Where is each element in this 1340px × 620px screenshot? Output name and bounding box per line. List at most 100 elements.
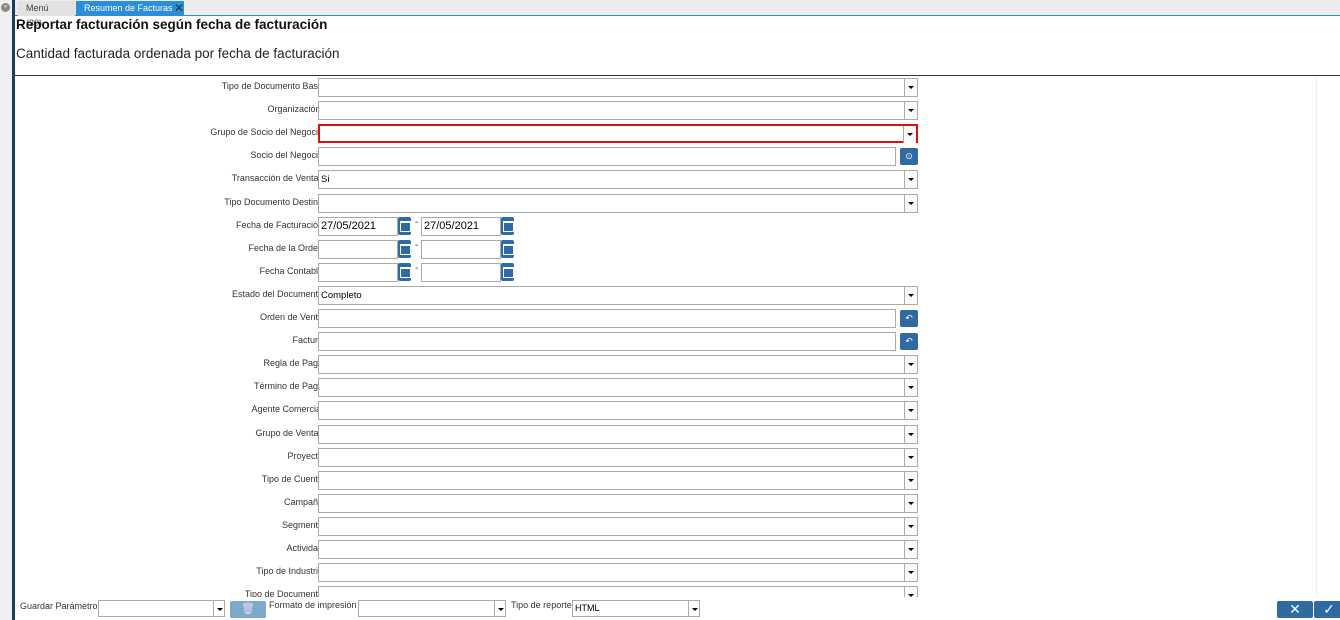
field-label: Tipo de Documento Base	[221, 81, 323, 91]
chevron-down-icon[interactable]	[494, 601, 505, 616]
field-row-fecha-de-facturacion: Fecha de Facturación 27/05/2021-27/05/202…	[15, 216, 1015, 236]
chevron-down-icon[interactable]	[904, 194, 917, 212]
parameter-form: Tipo de Documento Base Organización. Grupo…	[15, 77, 1317, 597]
close-icon: ✕	[1289, 601, 1301, 617]
calendar-icon[interactable]	[398, 216, 411, 235]
chevron-down-icon[interactable]	[904, 286, 917, 304]
chevron-down-icon[interactable]	[904, 356, 917, 374]
field-row-agente-comercial: Agente Comercial	[15, 401, 1015, 421]
fecha-de-la-orden-from-input[interactable]	[318, 239, 398, 259]
lookup-icon: ↶	[905, 336, 913, 347]
transaccion-de-ventas-select[interactable]: Si	[318, 170, 918, 190]
chevron-down-icon[interactable]	[903, 126, 916, 144]
proyecto-select[interactable]	[318, 447, 918, 467]
calendar-icon[interactable]	[501, 239, 514, 258]
expand-icon[interactable]: »	[1, 3, 10, 12]
chevron-down-icon[interactable]	[904, 379, 917, 397]
orden-de-venta-input[interactable]	[318, 309, 896, 328]
chevron-down-icon[interactable]	[688, 601, 699, 616]
print-format-select[interactable]	[358, 600, 506, 617]
chevron-down-icon[interactable]	[904, 494, 917, 512]
ok-button[interactable]: ✓	[1314, 601, 1340, 618]
report-type-select[interactable]: HTML	[572, 600, 700, 617]
tab-menu[interactable]: Menú (30)	[18, 1, 75, 28]
tipo-de-documento-base-select[interactable]	[318, 78, 918, 97]
chevron-down-icon[interactable]	[904, 564, 917, 582]
tab-resumen-facturas[interactable]: Resumen de Facturas	[76, 1, 184, 16]
chevron-down-icon[interactable]	[904, 402, 917, 420]
field-row-segmento: Segmento	[15, 516, 1015, 536]
field-row-tipo-de-cuenta: Tipo de Cuenta	[15, 470, 1015, 490]
date-to-value: 27/05/2021	[424, 219, 480, 232]
field-label: Transacción de Ventas	[231, 173, 323, 184]
orden-de-venta-lookup-button[interactable]: ↶	[900, 310, 918, 327]
chevron-down-icon[interactable]	[904, 171, 917, 189]
field-row-termino-de-pago: Término de Pago	[15, 378, 1015, 398]
calendar-icon[interactable]	[398, 262, 411, 281]
tipo-de-industria-select[interactable]	[318, 563, 918, 583]
socio-del-negocio-search-button[interactable]: ⊙	[900, 148, 918, 166]
chevron-down-icon[interactable]	[904, 587, 917, 597]
fecha-de-facturacion-from-input[interactable]: 27/05/2021	[318, 216, 398, 236]
field-label: Grupo de Ventas	[255, 427, 323, 438]
field-row-factura: Factura ↶	[15, 332, 1015, 352]
calendar-icon[interactable]	[501, 216, 514, 235]
factura-input[interactable]	[318, 332, 896, 352]
field-row-campana: Campaña	[15, 493, 1015, 513]
tipo-de-documento-select[interactable]	[318, 586, 918, 597]
field-row-estado-del-documento: Estado del Documento Completo	[15, 285, 1015, 305]
field-label: Grupo de Socio del Negocio	[210, 127, 323, 138]
lookup-icon: ↶	[905, 313, 913, 323]
field-label: Fecha de Facturación	[235, 219, 323, 230]
fecha-contable-to-input[interactable]	[421, 262, 501, 282]
fecha-de-la-orden-to-input[interactable]	[421, 239, 501, 259]
campana-select[interactable]	[318, 493, 918, 513]
cancel-button[interactable]: ✕	[1277, 601, 1313, 618]
socio-del-negocio-input[interactable]	[318, 147, 896, 167]
agente-comercial-select[interactable]	[318, 401, 918, 421]
field-row-grupo-de-ventas: Grupo de Ventas	[15, 424, 1015, 444]
field-label: Socio del Negocio	[250, 150, 323, 161]
field-row-tipo-de-documento: Tipo de Documento	[15, 586, 1015, 597]
grupo-de-socio-del-negocio-select[interactable]	[318, 124, 918, 144]
field-row-actividad: Actividad	[15, 540, 1015, 559]
search-icon: ⊙	[905, 151, 913, 162]
tipo-de-cuenta-select[interactable]	[318, 470, 918, 490]
field-label: Agente Comercial	[251, 404, 323, 415]
estado-del-documento-select[interactable]: Completo	[318, 285, 918, 305]
chevron-down-icon[interactable]	[904, 517, 917, 535]
calendar-icon[interactable]	[398, 239, 411, 258]
close-tab-icon[interactable]: ✕	[174, 2, 184, 14]
field-row-fecha-de-la-orden: Fecha de la Orden -	[15, 239, 1015, 259]
save-param-select[interactable]	[98, 600, 225, 617]
tab-bar: Menú (30) Resumen de Facturas ✕	[15, 0, 1340, 28]
delete-param-button[interactable]: 🗑	[230, 601, 266, 618]
segmento-select[interactable]	[318, 516, 918, 536]
chevron-down-icon[interactable]	[904, 79, 917, 96]
divider	[15, 75, 1340, 76]
field-row-tipo-de-documento-base: Tipo de Documento Base	[15, 78, 1015, 97]
fecha-de-facturacion-to-input[interactable]: 27/05/2021	[421, 216, 501, 236]
factura-lookup-button[interactable]: ↶	[900, 333, 918, 351]
field-label: Estado del Documento	[231, 288, 323, 299]
chevron-down-icon[interactable]	[904, 102, 917, 120]
tipo-documento-destino-select[interactable]	[318, 193, 918, 213]
chevron-down-icon[interactable]	[904, 541, 917, 558]
report-type-label: Tipo de reporte	[511, 600, 572, 610]
fecha-contable-from-input[interactable]	[318, 262, 398, 282]
transaccion-de-ventas-value: Si	[321, 174, 330, 186]
chevron-down-icon[interactable]	[904, 471, 917, 489]
actividad-select[interactable]	[318, 540, 918, 559]
regla-de-pago-select[interactable]	[318, 355, 918, 375]
field-label: Orden de Venta	[259, 312, 323, 322]
grupo-de-ventas-select[interactable]	[318, 424, 918, 444]
chevron-down-icon[interactable]	[904, 448, 917, 466]
field-row-tipo-de-industria: Tipo de Industria	[15, 563, 1015, 583]
range-separator: -	[415, 216, 419, 228]
field-row-regla-de-pago: Regla de Pago	[15, 355, 1015, 375]
termino-de-pago-select[interactable]	[318, 378, 918, 398]
organizacion-select[interactable]	[318, 101, 918, 121]
chevron-down-icon[interactable]	[904, 425, 917, 443]
chevron-down-icon[interactable]	[213, 601, 224, 616]
calendar-icon[interactable]	[501, 262, 514, 281]
